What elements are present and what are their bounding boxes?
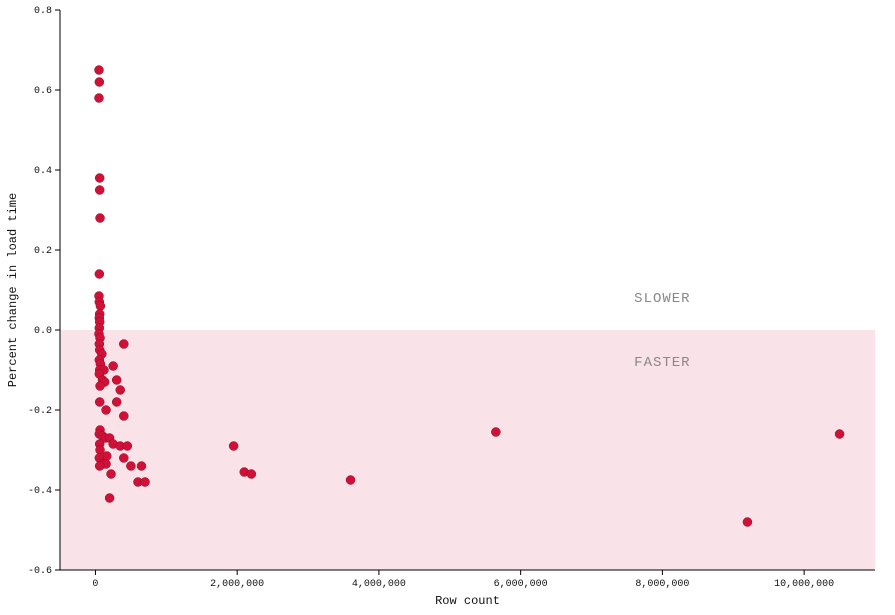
annotation-slower: SLOWER: [634, 291, 690, 307]
data-point: [491, 428, 500, 437]
annotation-faster: FASTER: [634, 355, 690, 371]
data-point: [95, 270, 104, 279]
data-point: [116, 386, 125, 395]
y-tick-label: 0.6: [34, 86, 52, 97]
data-point: [137, 462, 146, 471]
x-tick-label: 4,000,000: [352, 579, 406, 590]
data-point: [835, 430, 844, 439]
data-point: [94, 66, 103, 75]
y-tick-label: 0.0: [34, 326, 52, 337]
y-tick-label: 0.4: [34, 166, 52, 177]
data-point: [126, 462, 135, 471]
x-tick-label: 10,000,000: [774, 579, 834, 590]
data-point: [96, 382, 105, 391]
data-point: [229, 442, 238, 451]
data-point: [109, 362, 118, 371]
scatter-chart: 0 2,000,000 4,000,000 6,000,000 8,000,000 10,…: [0, 0, 895, 610]
data-point: [96, 214, 105, 223]
data-point: [105, 494, 114, 503]
data-point: [95, 462, 104, 471]
y-tick-label: -0.2: [28, 406, 52, 417]
x-tick-label: 6,000,000: [494, 579, 548, 590]
data-point: [112, 398, 121, 407]
data-point: [123, 442, 132, 451]
data-point: [95, 398, 104, 407]
y-axis-label: Percent change in load time: [6, 193, 20, 387]
data-point: [112, 376, 121, 385]
data-point: [96, 302, 105, 311]
faster-region-shade: [60, 330, 875, 570]
data-point: [743, 518, 752, 527]
x-axis-label: Row count: [435, 594, 500, 608]
data-point: [119, 454, 128, 463]
x-tick-label: 8,000,000: [635, 579, 689, 590]
y-tick-label: 0.2: [34, 246, 52, 257]
data-point: [95, 186, 104, 195]
y-tick-label: -0.4: [28, 486, 52, 497]
data-point: [94, 94, 103, 103]
data-point: [107, 470, 116, 479]
data-point: [95, 174, 104, 183]
x-tick-label: 2,000,000: [210, 579, 264, 590]
y-tick-label: -0.6: [28, 566, 52, 577]
data-point: [119, 340, 128, 349]
data-point: [247, 470, 256, 479]
y-tick-label: 0.8: [34, 6, 52, 17]
data-point: [119, 412, 128, 421]
data-point: [102, 406, 111, 415]
data-point: [95, 78, 104, 87]
chart-svg: 0 2,000,000 4,000,000 6,000,000 8,000,000 10,…: [0, 0, 895, 610]
data-point: [141, 478, 150, 487]
x-tick-label: 0: [92, 579, 98, 590]
data-point: [346, 476, 355, 485]
